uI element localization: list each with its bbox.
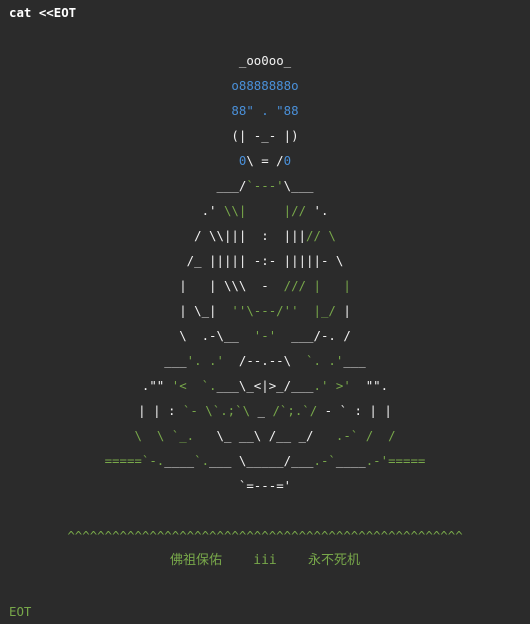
art-segment: '. xyxy=(306,203,329,218)
art-segment: /--.--\ xyxy=(223,353,307,368)
art-line: | \_| ''\---/'' |_/ | xyxy=(0,298,530,323)
art-segment: ___ \_____/___ xyxy=(209,453,314,468)
art-segment: =====`-. xyxy=(104,453,165,468)
art-segment: / \\||| xyxy=(194,228,254,243)
command-line: cat <<EOT xyxy=(9,5,77,20)
art-line: | | : `- \`.;`\ _ /`;.`/ - ` : | | xyxy=(0,398,530,423)
art-segment: /// | | xyxy=(283,278,351,293)
art-line: | | \\\ - /// | | xyxy=(0,273,530,298)
caret-divider: ^^^^^^^^^^^^^^^^^^^^^^^^^^^^^^^^^^^^^^^^… xyxy=(67,528,463,543)
art-segment: "". xyxy=(350,378,389,393)
art-line: o8888888o xyxy=(0,73,530,98)
art-segment: .' >' xyxy=(313,378,351,393)
art-segment: ____ xyxy=(164,453,195,468)
terminal-window: cat <<EOT _oo0oo_ o8888888o 88" . "88 (| -_… xyxy=(0,0,530,623)
art-segment: `. .' xyxy=(306,353,344,368)
art-segment: /`;.`/ xyxy=(272,403,318,418)
art-segment: - ` : | | xyxy=(317,403,392,418)
art-segment: `=---=' xyxy=(238,478,292,493)
art-segment: `- \`.;`\ xyxy=(182,403,251,418)
art-segment: _oo0oo_ xyxy=(238,53,292,68)
art-segment: ___\_<|>_/___ xyxy=(216,378,314,393)
art-line: .' \\| |// '. xyxy=(0,198,530,223)
art-line: / \\||| : |||// \ xyxy=(0,223,530,248)
art-segment: // \ xyxy=(306,228,336,243)
art-segment: ____ xyxy=(335,453,366,468)
art-segment: | | : xyxy=(138,403,183,418)
art-line: 88" . "88 xyxy=(0,98,530,123)
art-segment: '. .' xyxy=(186,353,224,368)
end-marker: EOT xyxy=(9,604,32,619)
buddha-ascii-art: _oo0oo_ o8888888o 88" . "88 (| -_- |) 0\ = /… xyxy=(0,48,530,498)
art-segment: | xyxy=(335,303,351,318)
art-segment: ___/-. / xyxy=(276,328,351,343)
art-segment: ___ xyxy=(343,353,366,368)
art-line: _oo0oo_ xyxy=(0,48,530,73)
art-segment xyxy=(299,303,314,318)
art-line: /_ ||||| -:- |||||- \ xyxy=(0,248,530,273)
art-segment: 0 xyxy=(283,153,292,168)
art-segment: .-` xyxy=(313,453,336,468)
art-line: =====`-.____`.___ \_____/___.-`____.-'==… xyxy=(0,448,530,473)
art-segment: ''\---/'' xyxy=(231,303,299,318)
art-line: ."" '< `.___\_<|>_/___.' >' "". xyxy=(0,373,530,398)
art-line: \ .-\__ '-' ___/-. / xyxy=(0,323,530,348)
blessing-text: 佛祖保佑 iii 永不死机 xyxy=(169,553,361,568)
art-segment: ||| xyxy=(283,228,307,243)
art-line: (| -_- |) xyxy=(0,123,530,148)
art-segment: _ xyxy=(250,403,273,418)
art-segment: o8888888o xyxy=(231,78,299,93)
art-segment: : xyxy=(253,228,284,243)
art-segment: \___ xyxy=(283,178,314,193)
art-segment: 88" . "88 xyxy=(231,103,299,118)
art-segment: ___/ xyxy=(216,178,247,193)
art-segment: .' xyxy=(201,203,224,218)
art-segment: \\| |// xyxy=(223,203,307,218)
art-segment: ."" xyxy=(141,378,172,393)
art-segment: \ .-\__ xyxy=(179,328,254,343)
art-segment: `. xyxy=(194,453,210,468)
art-segment: `---' xyxy=(246,178,284,193)
art-line: 0\ = /0 xyxy=(0,148,530,173)
art-segment: | \_| xyxy=(179,303,232,318)
art-segment: ___ xyxy=(164,353,187,368)
art-line: ___'. .' /--.--\ `. .'___ xyxy=(0,348,530,373)
art-segment: .-` / / xyxy=(313,428,396,443)
art-segment: \_ __\ /__ _/ xyxy=(216,428,314,443)
art-segment: '-' xyxy=(253,328,277,343)
art-segment: '< `. xyxy=(171,378,217,393)
art-line: ___/`---'\___ xyxy=(0,173,530,198)
art-segment: | | \\\ - xyxy=(179,278,284,293)
art-segment: \ \ `_. xyxy=(134,428,217,443)
art-line: `=---=' xyxy=(0,473,530,498)
art-segment: \ = / xyxy=(246,153,284,168)
art-line: \ \ `_. \_ __\ /__ _/ .-` / / xyxy=(0,423,530,448)
art-segment: (| -_- |) xyxy=(231,128,299,143)
art-segment: |_/ xyxy=(313,303,336,318)
art-segment: .-'===== xyxy=(365,453,426,468)
art-segment: /_ ||||| -:- |||||- \ xyxy=(186,253,344,268)
